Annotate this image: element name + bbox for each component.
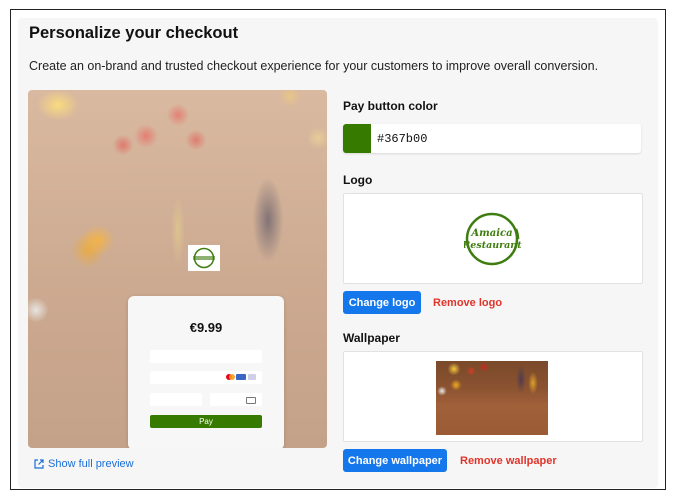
- card-brand-icons: [226, 374, 256, 380]
- change-logo-button[interactable]: Change logo: [343, 291, 421, 314]
- preview-card-number-field: [150, 371, 262, 384]
- preview-cvc-field: [210, 393, 262, 406]
- show-full-preview-link[interactable]: Show full preview: [34, 458, 134, 470]
- show-full-preview-label: Show full preview: [48, 458, 134, 470]
- wallpaper-thumbnail: [436, 361, 548, 435]
- cvc-icon: [246, 397, 256, 404]
- restaurant-logo: Amaica Restaurant: [464, 212, 522, 266]
- color-swatch[interactable]: [343, 124, 371, 153]
- page-subtitle: Create an on-brand and trusted checkout …: [29, 59, 599, 73]
- external-link-icon: [34, 459, 44, 469]
- pay-button-color-input[interactable]: #367b00: [343, 124, 641, 153]
- remove-logo-link[interactable]: Remove logo: [433, 297, 502, 309]
- preview-logo: [188, 245, 220, 271]
- logo-label: Logo: [343, 173, 373, 187]
- preview-payment-card: €9.99 Pay: [128, 296, 284, 448]
- logo-preview-box: Amaica Restaurant: [343, 193, 643, 284]
- pay-button-color-label: Pay button color: [343, 99, 438, 113]
- preview-price: €9.99: [189, 320, 223, 335]
- preview-expiry-field: [150, 393, 202, 406]
- svg-text:Restaurant: Restaurant: [464, 240, 522, 251]
- amex-icon: [236, 374, 246, 380]
- visa-icon: [248, 374, 256, 380]
- remove-wallpaper-link[interactable]: Remove wallpaper: [460, 455, 557, 467]
- wallpaper-label: Wallpaper: [343, 331, 400, 345]
- checkout-preview: €9.99 Pay: [28, 90, 327, 448]
- color-hex-value: #367b00: [377, 132, 428, 146]
- page-title: Personalize your checkout: [29, 24, 239, 42]
- mastercard-icon: [226, 374, 235, 380]
- preview-email-field: [150, 350, 262, 363]
- preview-pay-button: Pay: [150, 415, 262, 428]
- svg-text:Amaica: Amaica: [470, 228, 512, 239]
- change-wallpaper-button[interactable]: Change wallpaper: [343, 449, 447, 472]
